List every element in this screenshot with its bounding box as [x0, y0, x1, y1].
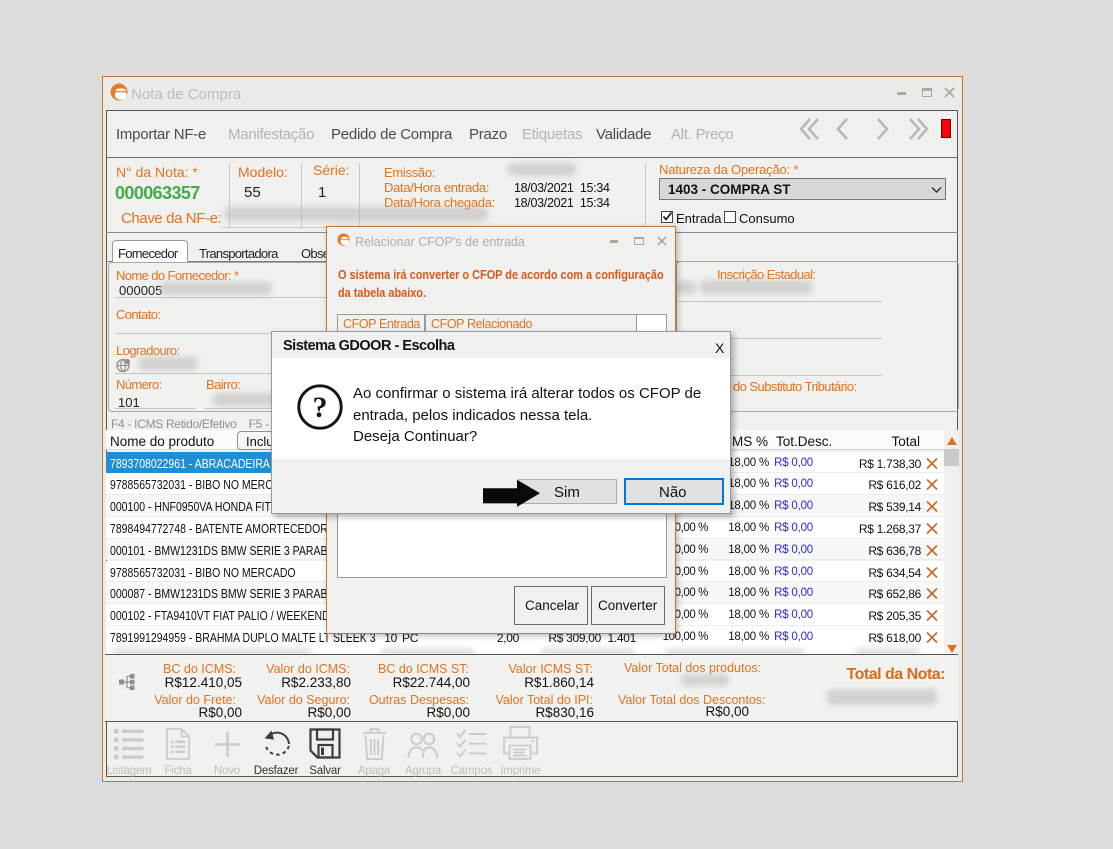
svg-text:?: ?: [313, 391, 328, 424]
